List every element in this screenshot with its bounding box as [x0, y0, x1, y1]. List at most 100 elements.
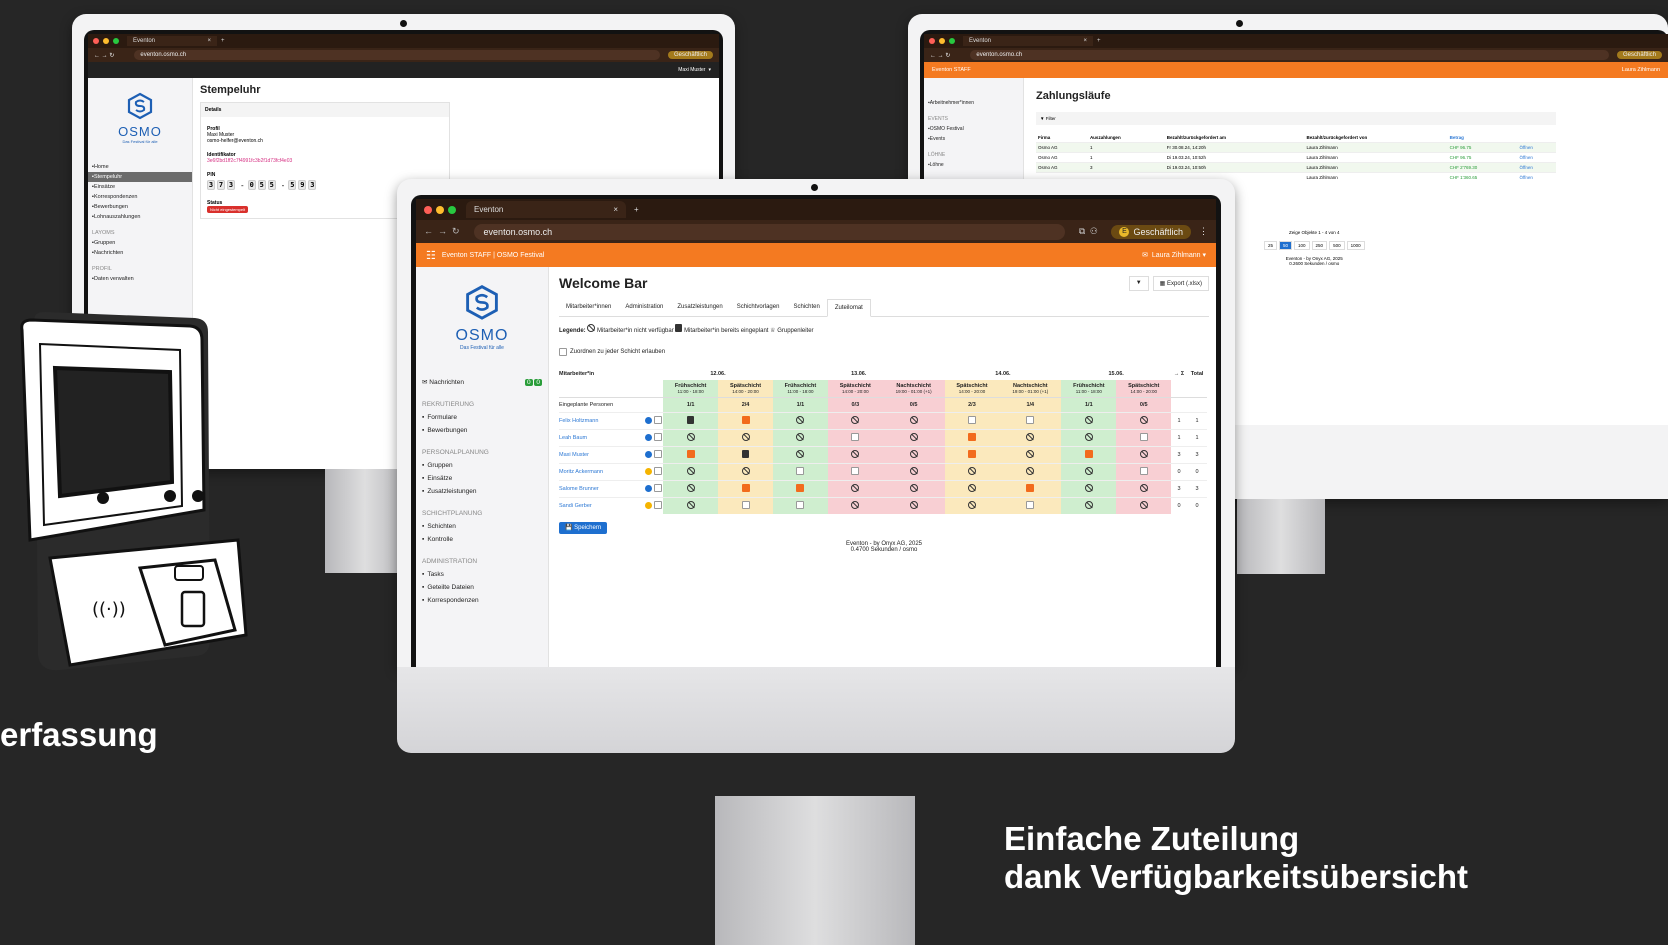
sidebar-item-nachrichten[interactable]: ✉ Nachrichten 0 0 — [416, 375, 548, 389]
assignment-cell[interactable] — [718, 480, 773, 498]
assignment-cell[interactable] — [944, 463, 1000, 481]
assignment-cell[interactable] — [999, 446, 1062, 464]
row-checkbox[interactable] — [653, 433, 662, 441]
sidebar-item-kontrolle[interactable]: ▪ Kontrolle — [416, 533, 548, 546]
tab-schichtvorlagen[interactable]: Schichtvorlagen — [730, 299, 787, 316]
assignment-cell[interactable] — [772, 480, 828, 498]
checkbox[interactable] — [851, 467, 860, 475]
checked-checkbox[interactable] — [967, 433, 976, 441]
assignment-cell[interactable] — [999, 463, 1062, 481]
assignment-cell[interactable] — [827, 480, 883, 498]
checkbox[interactable] — [1139, 467, 1148, 475]
sidebar-item-events[interactable]: ▪ Events — [924, 134, 1023, 144]
checkbox[interactable] — [851, 433, 860, 441]
assignment-cell[interactable] — [827, 429, 883, 447]
assignment-cell[interactable] — [663, 446, 719, 464]
extensions-icon[interactable]: ⧉ ⚇ — [1079, 226, 1098, 237]
column-header[interactable]: Betrag — [1448, 133, 1518, 143]
column-header[interactable]: Bezahlt/zurückgefordert von — [1305, 133, 1448, 143]
checkbox[interactable] — [1139, 433, 1148, 441]
assignment-cell[interactable] — [1061, 446, 1117, 464]
checkbox[interactable] — [559, 348, 567, 356]
browser-tab[interactable]: Eventon × — [466, 201, 626, 218]
person-name-link[interactable]: Moritz Ackermann — [559, 464, 643, 481]
sidebar-item-zusatzleistungen[interactable]: ▪ Zusatzleistungen — [416, 485, 548, 498]
sidebar-item-tasks[interactable]: ▪ Tasks — [416, 568, 548, 581]
assignment-cell[interactable] — [718, 412, 773, 430]
checkbox[interactable] — [1026, 416, 1035, 424]
profile-button[interactable]: E Geschäftlich — [1111, 224, 1191, 239]
checked-checkbox[interactable] — [967, 450, 976, 458]
assignment-cell[interactable] — [882, 497, 945, 514]
browser-tab[interactable]: Eventon × — [963, 36, 1093, 46]
assignment-cell[interactable] — [772, 412, 828, 430]
sidebar-item-bewerbungen[interactable]: ▪ Bewerbungen — [88, 202, 192, 212]
sidebar-item-lohnauszahlungen[interactable]: ▪ Lohnauszahlungen — [88, 212, 192, 222]
page-size-option[interactable]: 25 — [1264, 241, 1278, 250]
sidebar-item-formulare[interactable]: ▪ Formulare — [416, 411, 548, 424]
assignment-cell[interactable] — [999, 480, 1062, 498]
assignment-cell[interactable] — [1061, 463, 1117, 481]
assignment-cell[interactable] — [772, 497, 828, 514]
cell-action[interactable]: Öffnen — [1517, 163, 1556, 173]
assignment-cell[interactable] — [882, 429, 945, 447]
checked-checkbox[interactable] — [796, 484, 805, 492]
assignment-cell[interactable] — [772, 463, 828, 481]
sidebar-item-nachrichten[interactable]: ▪ Nachrichten — [88, 248, 192, 258]
assignment-cell[interactable] — [827, 497, 883, 514]
checkbox[interactable] — [796, 467, 805, 475]
page-size-option[interactable]: 100 — [1294, 241, 1310, 250]
assignment-cell[interactable] — [718, 463, 773, 481]
checkbox[interactable] — [796, 501, 805, 509]
sidebar-item-arbeitnehmer-innen[interactable]: ▪ Arbeitnehmer*innen — [924, 98, 1023, 108]
assignment-cell[interactable] — [944, 412, 1000, 430]
assignment-cell[interactable] — [1061, 480, 1117, 498]
url-field[interactable]: eventon.osmo.ch — [473, 223, 1065, 240]
page-size-option[interactable]: 1000 — [1346, 241, 1365, 250]
assignment-cell[interactable] — [772, 429, 828, 447]
page-size-option[interactable]: 500 — [1329, 241, 1345, 250]
assignment-cell[interactable] — [999, 429, 1062, 447]
assignment-cell[interactable] — [663, 429, 719, 447]
cell-action[interactable]: Öffnen — [1517, 143, 1556, 153]
user-menu[interactable]: Maxi Muster — [678, 67, 705, 73]
sidebar-item-eins-tze[interactable]: ▪ Einsätze — [416, 472, 548, 485]
sidebar-item-gruppen[interactable]: ▪ Gruppen — [416, 459, 548, 472]
filter-button[interactable]: ▼ — [1128, 275, 1149, 291]
assignment-cell[interactable] — [827, 446, 883, 464]
column-header[interactable]: Bezahlt/zurückgefordert am — [1165, 133, 1305, 143]
assignment-cell[interactable] — [663, 497, 719, 514]
tab-zuteilomat[interactable]: Zuteilomat — [826, 299, 871, 317]
assignment-cell[interactable] — [999, 412, 1062, 430]
assignment-cell[interactable] — [718, 497, 773, 514]
assignment-cell[interactable] — [882, 480, 945, 498]
page-size-option[interactable]: 50 — [1279, 241, 1293, 250]
assignment-cell[interactable] — [1061, 497, 1117, 514]
assignment-cell[interactable] — [944, 497, 1000, 514]
column-header[interactable] — [1517, 133, 1556, 143]
sidebar-item-stempeluhr[interactable]: ▪ Stempeluhr — [88, 172, 192, 182]
sidebar-item-bewerbungen[interactable]: ▪ Bewerbungen — [416, 424, 548, 437]
assignment-cell[interactable] — [1116, 463, 1172, 481]
sidebar-item-eins-tze[interactable]: ▪ Einsätze — [88, 182, 192, 192]
person-name-link[interactable]: Maxi Muster — [559, 447, 643, 464]
browser-tab[interactable]: Eventon × — [127, 36, 217, 46]
assignment-cell[interactable] — [1061, 429, 1117, 447]
row-checkbox[interactable] — [653, 467, 662, 475]
assignment-cell[interactable] — [882, 463, 945, 481]
sidebar-item-korrespondenzen[interactable]: ▪ Korrespondenzen — [88, 192, 192, 202]
sidebar-item-gruppen[interactable]: ▪ Gruppen — [88, 238, 192, 248]
row-checkbox[interactable] — [653, 484, 662, 492]
assignment-cell[interactable] — [663, 480, 719, 498]
assignment-cell[interactable] — [1116, 446, 1172, 464]
person-name-link[interactable]: Leah Baum — [559, 430, 643, 447]
new-tab-button[interactable]: + — [1097, 38, 1101, 44]
checkbox[interactable] — [967, 416, 976, 424]
checked-checkbox[interactable] — [1084, 450, 1093, 458]
nav-arrows-icon[interactable]: ← → ↻ — [424, 226, 460, 237]
kebab-menu-icon[interactable]: ⋮ — [1199, 226, 1208, 237]
column-header[interactable]: Firma — [1036, 133, 1088, 143]
profile-button[interactable]: Geschäftlich — [1616, 51, 1662, 59]
assignment-cell[interactable] — [718, 446, 773, 464]
person-name-link[interactable]: Sandi Gerber — [559, 498, 643, 515]
